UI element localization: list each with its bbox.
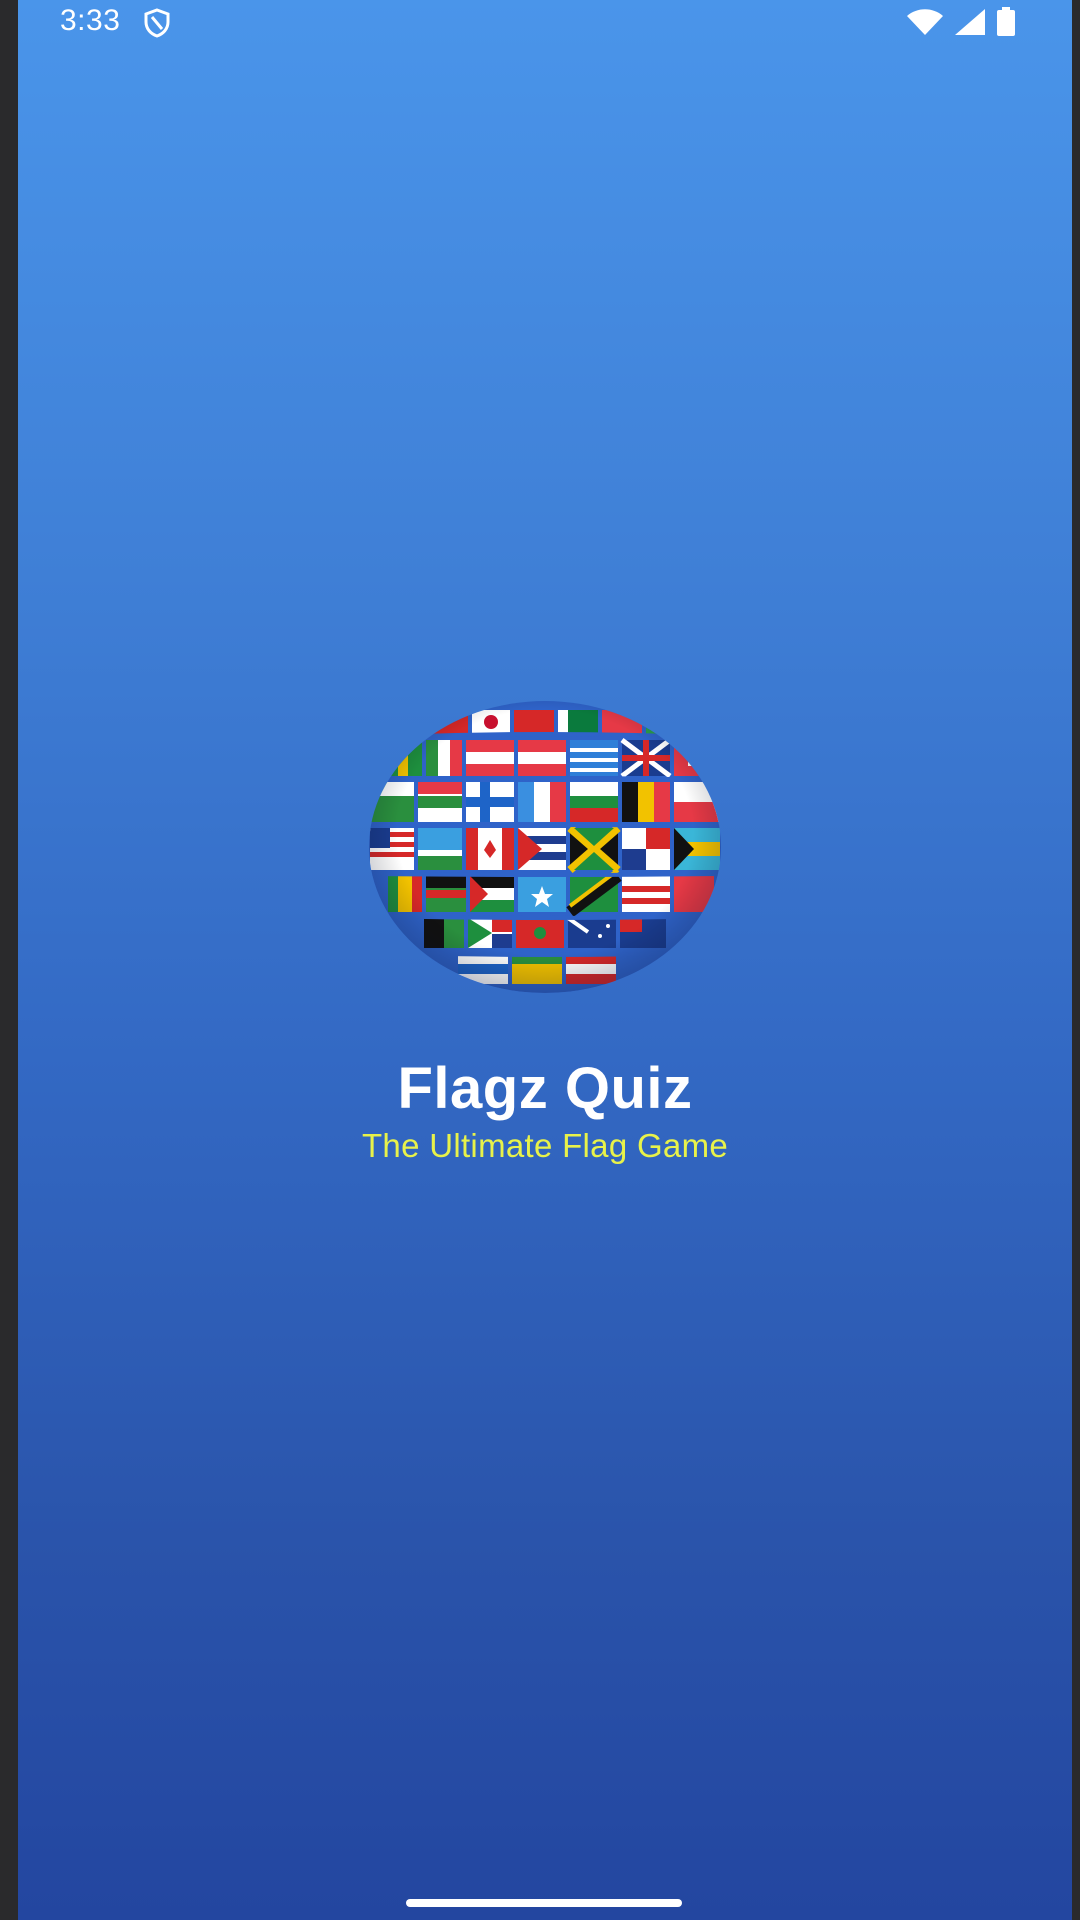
cellular-signal-icon (954, 8, 986, 36)
splash-screen: 3:33 Flagz Quiz The Ultimate Flag Game (18, 0, 1072, 1920)
app-subtitle: The Ultimate Flag Game (361, 1127, 729, 1164)
status-time: 3:33 (60, 4, 121, 37)
wifi-icon (906, 8, 944, 36)
device-frame: 3:33 Flagz Quiz The Ultimate Flag Game (0, 0, 1080, 1920)
home-indicator[interactable] (406, 1899, 682, 1907)
shield-icon (143, 8, 171, 38)
status-icons (906, 6, 1016, 38)
app-title: Flagz Quiz (397, 1056, 693, 1121)
battery-icon (996, 7, 1016, 37)
flag-globe-logo (368, 700, 723, 995)
status-bar: 3:33 (18, 0, 1072, 44)
